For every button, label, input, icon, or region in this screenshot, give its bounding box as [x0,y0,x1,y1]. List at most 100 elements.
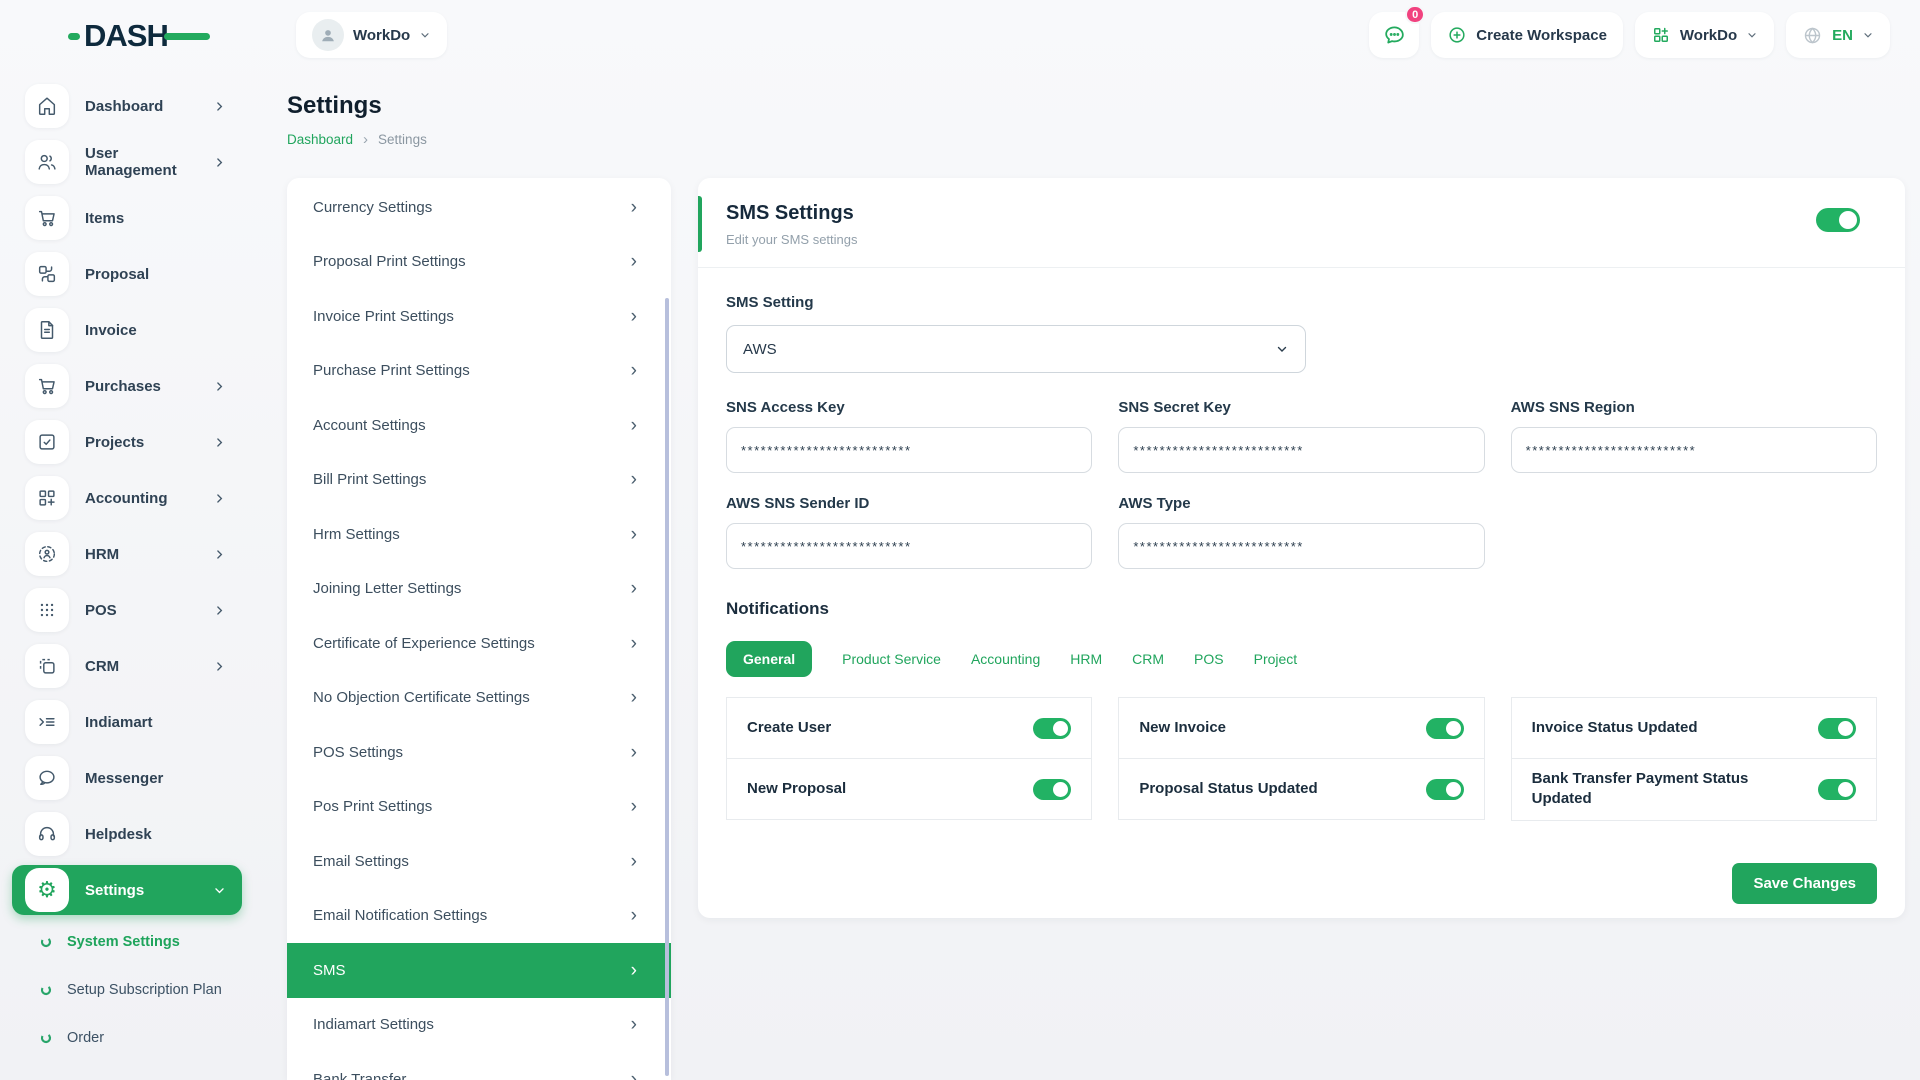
sns-secret-key-input[interactable] [1118,427,1484,473]
brand-logo[interactable]: DASH [68,18,210,54]
sidebar-item-indiamart[interactable]: Indiamart [0,694,270,750]
sidebar-item-hrm[interactable]: HRM [0,526,270,582]
panel-header: SMS Settings Edit your SMS settings [698,178,1905,268]
save-changes-button[interactable]: Save Changes [1732,863,1877,904]
settings-nav-item[interactable]: Invoice Print Settings› [287,289,671,344]
chevron-right-icon: › [631,634,637,653]
gear-icon: ⚙ [25,868,69,912]
sidebar-item-projects[interactable]: Projects [0,414,270,470]
sms-provider-select[interactable]: AWS [726,325,1306,373]
create-user-toggle[interactable] [1033,718,1071,739]
chevron-right-icon: › [631,906,637,925]
chevron-right-icon: › [631,198,637,217]
settings-nav-item[interactable]: Bill Print Settings› [287,453,671,508]
sidebar-item-helpdesk[interactable]: Helpdesk [0,806,270,862]
new-invoice-toggle[interactable] [1426,718,1464,739]
sidebar-item-items[interactable]: Items [0,190,270,246]
notification-tabs: General Product Service Accounting HRM C… [726,641,1877,677]
chevron-right-icon: › [631,307,637,326]
chevron-right-icon: › [631,579,637,598]
settings-nav-item[interactable]: No Objection Certificate Settings› [287,671,671,726]
settings-nav-item[interactable]: Account Settings› [287,398,671,453]
settings-nav-item[interactable]: Hrm Settings› [287,507,671,562]
settings-nav-item[interactable]: Bank Transfer› [287,1052,671,1080]
notifications-title: Notifications [726,599,1877,619]
settings-nav-item[interactable]: Pos Print Settings› [287,780,671,835]
tab-accounting[interactable]: Accounting [971,651,1040,667]
settings-nav-item[interactable]: Currency Settings› [287,180,671,235]
sidebar-item-accounting[interactable]: Accounting [0,470,270,526]
settings-nav-item[interactable]: Email Settings› [287,834,671,889]
field-label: AWS SNS Sender ID [726,495,1092,512]
overlap-squares-icon [25,644,69,688]
sidebar-subitem-system-settings[interactable]: System Settings [0,918,270,966]
settings-nav-item[interactable]: Purchase Print Settings› [287,344,671,399]
sidebar-subitem-order[interactable]: Order [0,1014,270,1062]
person-dashed-circle-icon [25,532,69,576]
breadcrumb-dashboard-link[interactable]: Dashboard [287,132,353,147]
sidebar-item-purchases[interactable]: Purchases [0,358,270,414]
sidebar-item-dashboard[interactable]: Dashboard [0,78,270,134]
tab-crm[interactable]: CRM [1132,651,1164,667]
main-content: Settings Dashboard › Settings Currency S… [270,70,1920,1080]
chevron-right-icon: › [631,1015,637,1034]
tab-hrm[interactable]: HRM [1070,651,1102,667]
sidebar-item-user-management[interactable]: User Management [0,134,270,190]
toggle-row-create-user: Create User [726,697,1092,759]
chevron-right-icon [213,380,226,393]
workdo-menu-label: WorkDo [1680,27,1737,44]
aws-sns-region-input[interactable] [1511,427,1877,473]
tab-pos[interactable]: POS [1194,651,1224,667]
sidebar-item-crm[interactable]: CRM [0,638,270,694]
tab-product-service[interactable]: Product Service [842,651,941,667]
settings-nav-item[interactable]: Joining Letter Settings› [287,562,671,617]
chevron-right-icon: › [363,131,368,148]
topbar: DASH WorkDo 0 Create Workspace [0,0,1920,70]
chevron-right-icon [213,156,226,169]
scrollbar[interactable] [665,298,669,1076]
sidebar-item-pos[interactable]: POS [0,582,270,638]
sidebar-item-messenger[interactable]: Messenger [0,750,270,806]
grid-plus-icon [1651,25,1671,45]
tab-general[interactable]: General [726,641,812,677]
proposal-status-updated-toggle[interactable] [1426,779,1464,800]
squares-plus-icon [25,476,69,520]
bullet-icon [40,1032,52,1044]
workdo-menu-button[interactable]: WorkDo [1635,12,1774,58]
document-icon [25,308,69,352]
settings-nav-item[interactable]: POS Settings› [287,725,671,780]
invoice-status-updated-toggle[interactable] [1818,718,1856,739]
sidebar-item-proposal[interactable]: Proposal [0,246,270,302]
sidebar-item-settings[interactable]: ⚙ Settings [12,865,242,915]
settings-nav-item-sms-active[interactable]: SMS› [287,943,671,998]
settings-nav-item[interactable]: Proposal Print Settings› [287,235,671,290]
chevron-down-icon [1862,29,1874,41]
sms-settings-enable-toggle[interactable] [1816,208,1860,232]
settings-nav-item[interactable]: Certificate of Experience Settings› [287,616,671,671]
create-workspace-button[interactable]: Create Workspace [1431,12,1623,58]
chevron-right-icon: › [631,525,637,544]
settings-nav-item[interactable]: Email Notification Settings› [287,889,671,944]
language-selector[interactable]: EN [1786,12,1890,58]
sns-access-key-input[interactable] [726,427,1092,473]
workspace-selector[interactable]: WorkDo [296,12,447,58]
tab-project[interactable]: Project [1254,651,1298,667]
headset-icon [25,812,69,856]
new-proposal-toggle[interactable] [1033,779,1071,800]
check-square-icon [25,420,69,464]
sidebar-subitem-setup-subscription-plan[interactable]: Setup Subscription Plan [0,966,270,1014]
settings-nav-item[interactable]: Indiamart Settings› [287,998,671,1053]
aws-type-input[interactable] [1118,523,1484,569]
prompt-lines-icon [25,700,69,744]
toggle-knob [1839,211,1857,229]
chevron-right-icon: › [631,852,637,871]
chevron-right-icon [213,660,226,673]
messages-button[interactable]: 0 [1369,12,1419,58]
field-label: AWS SNS Region [1511,399,1877,416]
logo-text: DASH [84,18,168,54]
chevron-right-icon: › [631,797,637,816]
chevron-right-icon [213,604,226,617]
bank-transfer-payment-status-toggle[interactable] [1818,779,1856,800]
aws-sns-sender-id-input[interactable] [726,523,1092,569]
sidebar-item-invoice[interactable]: Invoice [0,302,270,358]
